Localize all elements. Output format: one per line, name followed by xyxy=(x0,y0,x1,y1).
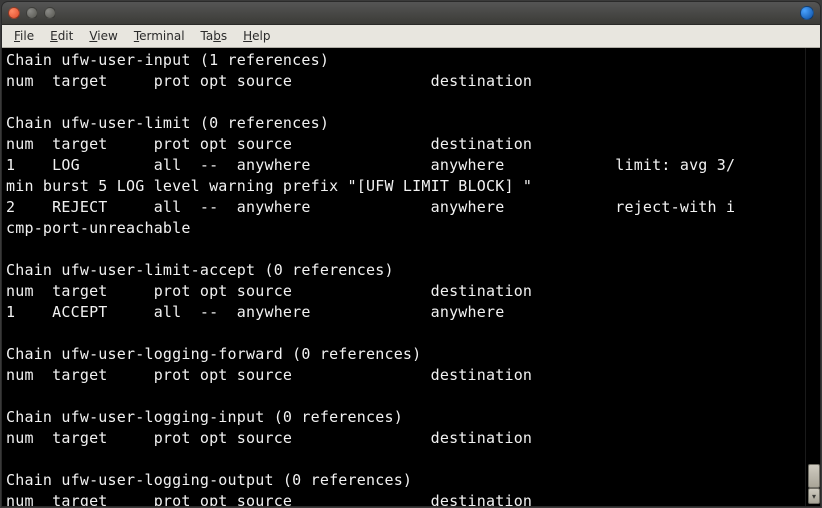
menu-help-rest: elp xyxy=(252,29,270,43)
menu-edit[interactable]: Edit xyxy=(44,27,79,45)
titlebar[interactable] xyxy=(2,2,820,25)
terminal-window: File Edit View Terminal Tabs Help Chain … xyxy=(2,2,820,506)
terminal-output[interactable]: Chain ufw-user-input (1 references) num … xyxy=(2,48,805,506)
menu-help[interactable]: Help xyxy=(237,27,276,45)
window-info-icon[interactable] xyxy=(800,6,814,20)
minimize-icon[interactable] xyxy=(26,7,38,19)
close-icon[interactable] xyxy=(8,7,20,19)
menu-file-rest: ile xyxy=(20,29,34,43)
terminal-area: Chain ufw-user-input (1 references) num … xyxy=(2,48,820,506)
maximize-icon[interactable] xyxy=(44,7,56,19)
menu-tabs[interactable]: Tabs xyxy=(195,27,234,45)
menu-tabs-rest: s xyxy=(221,29,227,43)
menu-terminal-rest: erminal xyxy=(139,29,184,43)
menu-view[interactable]: View xyxy=(83,27,123,45)
menubar: File Edit View Terminal Tabs Help xyxy=(2,25,820,48)
menu-terminal[interactable]: Terminal xyxy=(128,27,191,45)
menu-file[interactable]: File xyxy=(8,27,40,45)
menu-edit-rest: dit xyxy=(58,29,74,43)
menu-view-rest: iew xyxy=(97,29,118,43)
scroll-thumb[interactable] xyxy=(808,464,820,488)
scroll-down-icon[interactable]: ▾ xyxy=(808,488,820,504)
scrollbar[interactable]: ▾ xyxy=(805,48,820,506)
